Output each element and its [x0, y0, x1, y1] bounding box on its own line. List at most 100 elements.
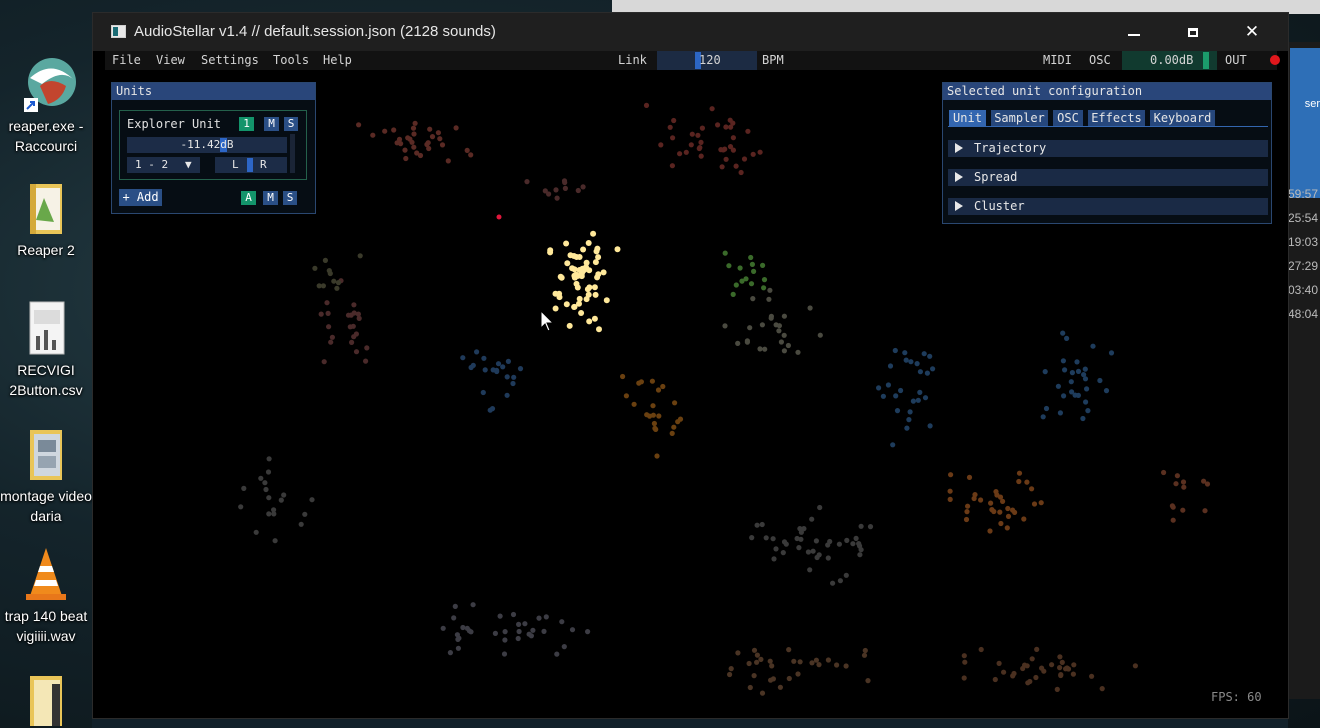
unit-index-button[interactable]: 1 [239, 117, 254, 131]
sound-point[interactable] [930, 366, 936, 372]
title-bar[interactable]: AudioStellar v1.4 // default.session.jso… [93, 13, 1288, 51]
selected-sound-point[interactable] [571, 304, 578, 310]
sound-point[interactable] [727, 117, 733, 123]
sound-point[interactable] [316, 283, 322, 289]
sound-point[interactable] [978, 646, 984, 653]
sound-point[interactable] [262, 480, 268, 486]
sound-point[interactable] [1080, 415, 1086, 422]
sound-point[interactable] [1029, 486, 1035, 492]
sound-point[interactable] [677, 416, 684, 422]
sound-point[interactable] [656, 413, 662, 419]
sound-point[interactable] [1201, 478, 1207, 484]
menu-help[interactable]: Help [323, 53, 352, 67]
sound-point[interactable] [876, 385, 882, 391]
selected-sound-point[interactable] [576, 295, 583, 302]
sound-point[interactable] [559, 619, 565, 625]
sound-point[interactable] [258, 475, 264, 481]
sound-point[interactable] [735, 340, 741, 346]
sound-point[interactable] [455, 645, 461, 651]
sound-point[interactable] [898, 387, 904, 394]
sound-point[interactable] [730, 135, 737, 141]
selected-sound-point[interactable] [547, 247, 554, 254]
sound-point[interactable] [733, 282, 739, 288]
sound-point[interactable] [302, 511, 308, 517]
sound-point[interactable] [749, 535, 755, 541]
sound-point[interactable] [781, 313, 788, 319]
selected-sound-point[interactable] [590, 230, 597, 237]
sound-point[interactable] [1016, 478, 1022, 485]
sound-point[interactable] [817, 332, 823, 338]
sound-point[interactable] [947, 496, 953, 502]
sound-point[interactable] [1038, 500, 1044, 506]
sound-point[interactable] [843, 663, 849, 669]
sound-point[interactable] [843, 572, 849, 578]
selected-sound-point[interactable] [600, 269, 607, 276]
sound-point[interactable] [672, 400, 678, 406]
sound-point[interactable] [454, 632, 460, 638]
sound-point[interactable] [580, 184, 586, 190]
sound-point[interactable] [1029, 656, 1035, 662]
tab-keyboard[interactable]: Keyboard [1150, 110, 1215, 126]
sound-point[interactable] [770, 676, 777, 682]
sound-point[interactable] [813, 538, 820, 544]
sound-point[interactable] [997, 494, 1004, 500]
sound-point[interactable] [554, 195, 560, 201]
sound-point[interactable] [903, 357, 909, 363]
selected-sound-point[interactable] [558, 274, 565, 281]
sound-point[interactable] [773, 546, 779, 552]
sound-point[interactable] [825, 542, 831, 548]
sound-point[interactable] [281, 492, 287, 498]
sound-point[interactable] [326, 324, 332, 330]
sound-point[interactable] [894, 408, 901, 414]
sound-point[interactable] [908, 359, 914, 365]
sound-point[interactable] [759, 521, 765, 528]
sound-point[interactable] [751, 268, 757, 274]
sound-point[interactable] [1173, 481, 1179, 487]
selected-sound-point[interactable] [567, 252, 574, 259]
sound-point[interactable] [766, 296, 772, 302]
sound-point[interactable] [324, 300, 330, 306]
sound-point[interactable] [809, 660, 815, 666]
sound-point[interactable] [745, 128, 751, 134]
sound-point[interactable] [947, 488, 953, 494]
sound-point[interactable] [504, 392, 510, 398]
sound-point[interactable] [867, 524, 874, 530]
sound-point[interactable] [807, 305, 813, 311]
sound-point[interactable] [722, 250, 728, 256]
desktop-icon-csv[interactable]: RECVIGI 2Button.csv [0, 300, 92, 400]
sound-point[interactable] [1099, 686, 1105, 692]
sound-point[interactable] [405, 135, 411, 141]
sound-point[interactable] [1057, 665, 1063, 671]
sound-point[interactable] [460, 355, 466, 361]
sound-point[interactable] [1034, 646, 1040, 653]
sound-point[interactable] [1097, 377, 1103, 384]
sound-point[interactable] [750, 296, 756, 302]
selected-sound-point[interactable] [596, 326, 602, 333]
sound-point[interactable] [447, 650, 453, 656]
sound-point[interactable] [585, 629, 591, 635]
sound-point[interactable] [670, 135, 676, 141]
sound-point[interactable] [455, 636, 461, 643]
sound-point[interactable] [759, 322, 766, 328]
sound-point[interactable] [429, 134, 436, 140]
sound-point[interactable] [761, 277, 768, 283]
sound-point[interactable] [1075, 368, 1082, 374]
selected-sound-point[interactable] [580, 246, 587, 253]
sound-point[interactable] [643, 102, 650, 108]
sound-point[interactable] [992, 676, 998, 683]
sound-point[interactable] [1061, 393, 1067, 399]
sound-point[interactable] [468, 364, 474, 371]
sound-point[interactable] [1063, 666, 1069, 672]
sound-point[interactable] [451, 615, 457, 621]
sound-point[interactable] [1031, 501, 1038, 507]
selected-sound-point[interactable] [573, 254, 580, 260]
sound-point[interactable] [972, 492, 978, 498]
sound-point[interactable] [402, 147, 408, 153]
sound-point[interactable] [331, 278, 337, 284]
sound-point[interactable] [620, 373, 626, 380]
sound-point[interactable] [747, 684, 753, 691]
sound-point[interactable] [524, 179, 530, 185]
sound-point[interactable] [698, 153, 704, 159]
sound-point[interactable] [298, 521, 304, 527]
selected-sound-point[interactable] [591, 315, 598, 322]
